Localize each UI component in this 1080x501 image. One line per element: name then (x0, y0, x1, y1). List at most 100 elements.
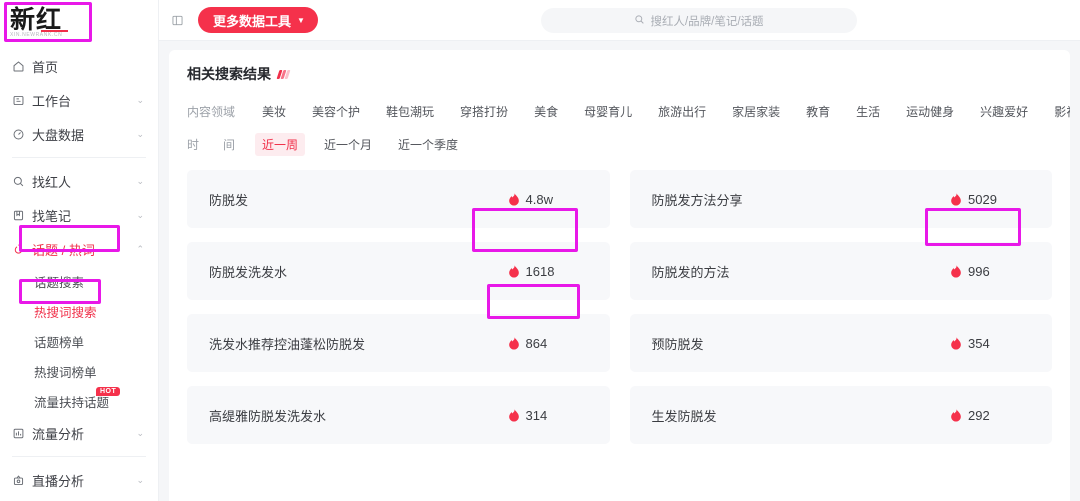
sidebar-item-live-analysis[interactable]: 直播分析 ⌄ (0, 463, 158, 497)
filter-option-month[interactable]: 近一个月 (317, 133, 379, 156)
flame-icon (508, 192, 519, 206)
result-keyword: 预防脱发 (651, 336, 704, 352)
filter-label-category: 内容领域 (187, 105, 236, 119)
sidebar: 新红 XIN.NEWRANK.CN 首页 工作台 ⌄ 大盘数据 ⌄ 找红人 ⌄ … (0, 0, 159, 501)
result-heat-value: 354 (968, 335, 990, 351)
filter-option[interactable]: 穿搭打扮 (453, 100, 515, 123)
chevron-down-icon: ⌄ (136, 209, 144, 220)
result-row[interactable]: 防脱发的方法 996 (629, 242, 1052, 300)
search-influencer-icon (12, 175, 32, 188)
flame-icon (508, 408, 519, 422)
result-heat: 4.8w (508, 192, 586, 207)
sidebar-subitem-topic-rank[interactable]: 话题榜单 (0, 326, 158, 356)
hot-badge: HOT (96, 387, 121, 396)
result-heat: 314 (508, 408, 586, 423)
sidebar-subitem-hotword-rank[interactable]: 热搜词榜单 (0, 356, 158, 386)
results-panel: 相关搜索结果 内容领域 美妆 美容个护 鞋包潮玩 穿搭打扮 美食 母婴育儿 旅游… (169, 50, 1070, 501)
sidebar-subitem-topic-search[interactable]: 话题搜索 (0, 266, 158, 296)
sidebar-divider (12, 456, 146, 457)
sidebar-subitem-traffic-topic[interactable]: 流量扶持话题 HOT (0, 386, 158, 416)
sidebar-item-label: 大盘数据 (32, 127, 85, 143)
result-row[interactable]: 防脱发方法分享 5029 (629, 170, 1052, 228)
result-row[interactable]: 洗发水推荐控油蓬松防脱发 864 (187, 314, 610, 372)
filter-option[interactable]: 影视综 (1047, 100, 1070, 123)
sidebar-item-find-influencer[interactable]: 找红人 ⌄ (0, 164, 158, 198)
result-keyword: 生发防脱发 (651, 408, 717, 424)
home-icon (12, 60, 32, 73)
sidebar-item-label: 话题 / 热词 (32, 242, 95, 258)
filter-options-time: 近一周 近一个月 近一个季度 (255, 133, 465, 156)
result-heat-value: 314 (525, 407, 548, 423)
result-heat-value: 5029 (968, 191, 997, 207)
filter-option[interactable]: 旅游出行 (651, 100, 713, 123)
result-row[interactable]: 防脱发 4.8w (187, 170, 610, 228)
sidebar-subitem-hotword-search[interactable]: 热搜词搜索 (0, 296, 158, 326)
sidebar-item-brand-marketing[interactable]: 品牌营销 ⌄ (0, 497, 158, 501)
sidebar-item-label: 流量分析 (32, 426, 85, 442)
sidebar-item-home[interactable]: 首页 (0, 49, 158, 83)
flame-icon (508, 264, 519, 278)
sidebar-subitem-label: 热搜词榜单 (34, 365, 97, 380)
result-keyword: 洗发水推荐控油蓬松防脱发 (209, 336, 366, 352)
result-heat-value: 1618 (525, 263, 555, 279)
sidebar-nav: 首页 工作台 ⌄ 大盘数据 ⌄ 找红人 ⌄ 找笔记 ⌄ 话题 / 热词 ⌃ 话题… (0, 45, 158, 501)
filter-option[interactable]: 母婴育儿 (577, 100, 639, 123)
result-heat-value: 996 (968, 263, 990, 279)
filter-option-week[interactable]: 近一周 (255, 133, 306, 156)
more-data-tools-button[interactable]: 更多数据工具 ▼ (198, 7, 318, 33)
filter-option[interactable]: 家居家装 (725, 100, 787, 123)
sidebar-divider (12, 157, 146, 158)
filter-option[interactable]: 兴趣爱好 (973, 100, 1035, 123)
filter-row-category: 内容领域 美妆 美容个护 鞋包潮玩 穿搭打扮 美食 母婴育儿 旅游出行 家居家装… (187, 100, 1070, 123)
filter-option[interactable]: 鞋包潮玩 (379, 100, 441, 123)
result-heat: 5029 (950, 192, 1028, 207)
logo-underline (41, 30, 68, 32)
chevron-down-icon: ▼ (297, 15, 305, 25)
search-placeholder: 搜红人/品牌/笔记/话题 (650, 15, 764, 28)
result-row[interactable]: 防脱发洗发水 1618 (187, 242, 610, 300)
result-keyword: 防脱发洗发水 (209, 264, 288, 280)
sidebar-item-find-note[interactable]: 找笔记 ⌄ (0, 198, 158, 232)
result-row[interactable]: 高缇雅防脱发洗发水 314 (187, 386, 610, 444)
result-keyword: 防脱发 (209, 192, 249, 208)
result-keyword: 防脱发的方法 (651, 264, 730, 280)
filter-option[interactable]: 教育 (799, 100, 837, 123)
slash-decoration-icon (276, 70, 290, 79)
logo[interactable]: 新红 XIN.NEWRANK.CN (0, 0, 158, 45)
filter-row-time: 时 间 近一周 近一个月 近一个季度 (187, 133, 1052, 156)
global-search-input[interactable]: 搜红人/品牌/笔记/话题 (541, 8, 857, 33)
result-heat: 292 (950, 408, 1028, 423)
result-heat-value: 864 (525, 335, 548, 351)
result-row[interactable]: 预防脱发 354 (629, 314, 1052, 372)
sidebar-subitem-label: 话题榜单 (34, 335, 85, 350)
flame-icon (508, 336, 519, 350)
logo-subtext: XIN.NEWRANK.CN (10, 32, 63, 38)
chevron-down-icon: ⌄ (136, 94, 144, 105)
filter-option-quarter[interactable]: 近一个季度 (391, 133, 465, 156)
filter-option[interactable]: 美食 (527, 100, 565, 123)
sidebar-item-traffic-analysis[interactable]: 流量分析 ⌄ (0, 416, 158, 450)
filter-option[interactable]: 运动健身 (899, 100, 961, 123)
result-heat-value: 4.8w (525, 191, 553, 207)
filter-option[interactable]: 美容个护 (305, 100, 367, 123)
workbench-icon (12, 94, 32, 107)
chevron-down-icon: ⌄ (136, 175, 144, 186)
sidebar-item-topic-hotword[interactable]: 话题 / 热词 ⌃ (0, 232, 158, 266)
topbar: 更多数据工具 ▼ 搜红人/品牌/笔记/话题 (159, 0, 1080, 41)
traffic-chart-icon (12, 427, 32, 440)
main-area: 更多数据工具 ▼ 搜红人/品牌/笔记/话题 相关搜索结果 内容领域 美妆 美容个… (159, 0, 1080, 501)
result-row[interactable]: 生发防脱发 292 (629, 386, 1052, 444)
search-icon (634, 12, 645, 30)
filter-label-time-char1: 时 (187, 138, 200, 152)
filter-option[interactable]: 美妆 (255, 100, 293, 123)
chevron-down-icon: ⌄ (136, 474, 144, 485)
sidebar-item-workbench[interactable]: 工作台 ⌄ (0, 83, 158, 117)
sidebar-item-label: 找笔记 (32, 208, 72, 224)
filter-option[interactable]: 生活 (849, 100, 887, 123)
sidebar-collapse-icon[interactable] (169, 12, 185, 28)
chevron-up-icon: ⌃ (136, 243, 144, 254)
sidebar-item-dashboard[interactable]: 大盘数据 ⌄ (0, 117, 158, 151)
result-keyword: 高缇雅防脱发洗发水 (209, 408, 327, 424)
flame-icon (951, 408, 961, 422)
sidebar-item-label: 找红人 (32, 174, 72, 190)
